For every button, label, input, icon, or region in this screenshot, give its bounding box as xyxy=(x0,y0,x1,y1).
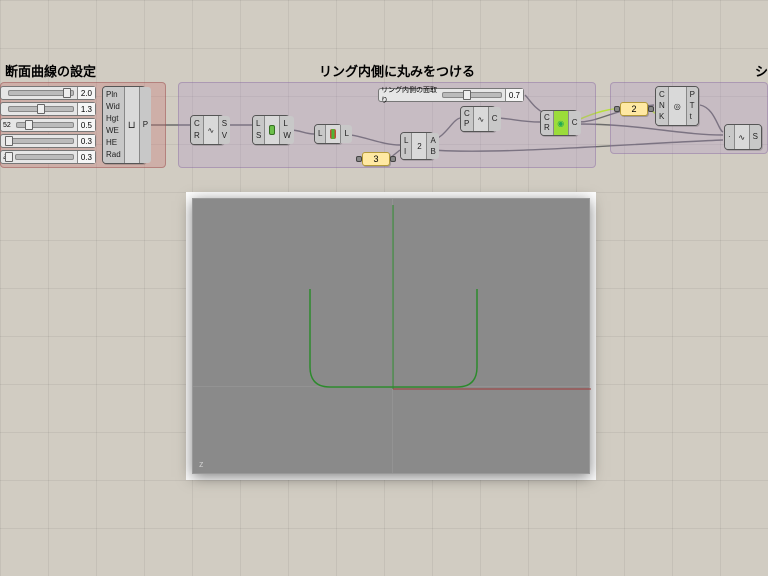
viewport-axis-label: z xyxy=(199,459,204,469)
component-construct-profile[interactable]: Pln Wid Hgt WE HE Rad ⊔ P xyxy=(102,86,146,164)
slider-param4-value: 0.3 xyxy=(77,135,95,147)
port-l3o: L xyxy=(344,129,348,139)
port-end-in: · xyxy=(728,132,731,142)
port-r6: R xyxy=(544,123,550,133)
slider-param3-label: 52 xyxy=(1,122,13,129)
panel-value-3[interactable]: 3 xyxy=(362,152,390,166)
swirl-icon-2: ∿ xyxy=(477,115,484,124)
slider-radius[interactable]: み 0.3 xyxy=(0,150,96,164)
component-loft[interactable]: L S L W xyxy=(252,115,290,145)
profile-icon: ⊔ xyxy=(128,120,136,131)
panel-grip[interactable] xyxy=(356,156,362,162)
port-c7: C xyxy=(659,90,665,100)
swirl-icon-3: ∿ xyxy=(738,133,745,142)
port-hgt: Hgt xyxy=(106,114,121,124)
port-lout: L xyxy=(283,119,291,129)
swirl-icon: ∿ xyxy=(207,126,214,135)
component-curve-point[interactable]: C P ∿ C xyxy=(460,106,496,132)
port-tt7: t xyxy=(690,112,695,122)
slider-param3-value: 0.5 xyxy=(77,119,95,131)
slider-fillet-label: リング内側の面取り xyxy=(379,85,439,105)
rhino-viewport[interactable]: z xyxy=(192,198,590,474)
slider-height[interactable]: 1.3 xyxy=(0,102,96,116)
panel-3-text: 3 xyxy=(373,154,378,164)
port-rad: Rad xyxy=(106,150,121,160)
slider-radius-value: 0.3 xyxy=(77,151,95,163)
group-inner-fillet-label: リング内側に丸みをつける xyxy=(319,61,475,80)
component-list[interactable]: L L xyxy=(314,124,342,144)
port-p5: P xyxy=(464,119,470,129)
loft-icon xyxy=(269,125,275,135)
port-we: WE xyxy=(106,126,121,136)
port-l3: L xyxy=(318,129,322,139)
component-curve-eval[interactable]: C R ∿ S V xyxy=(190,115,224,145)
port-l: L xyxy=(256,119,261,129)
viewport-geometry xyxy=(193,199,591,475)
port-t7: T xyxy=(690,101,695,111)
slider-fillet-value: 0.7 xyxy=(505,89,523,101)
stripe-icon xyxy=(330,129,336,139)
panel2-grip-r[interactable] xyxy=(648,106,654,112)
component-cnk[interactable]: C N K ◎ P T t xyxy=(655,86,699,126)
component-split[interactable]: L I 2 A B xyxy=(400,132,434,160)
panel-value-2[interactable]: 2 xyxy=(620,102,648,116)
slider-param3[interactable]: 52 0.5 xyxy=(0,118,96,132)
port-c6o: C xyxy=(572,118,578,128)
mid-num: 2 xyxy=(417,142,421,151)
port-sEnd: S xyxy=(753,132,758,142)
slider-height-value: 1.3 xyxy=(77,103,95,115)
port-s2: S xyxy=(256,131,261,141)
fillet-icon: ◉ xyxy=(557,119,564,128)
port-l4: L xyxy=(404,136,408,146)
port-c5o: C xyxy=(492,114,498,124)
port-c6: C xyxy=(544,113,550,123)
port-c: C xyxy=(194,119,200,129)
port-wout: W xyxy=(283,131,291,141)
port-p7: P xyxy=(690,90,695,100)
component-end[interactable]: · ∿ S xyxy=(724,124,762,150)
panel2-grip[interactable] xyxy=(614,106,620,112)
slider-param4[interactable]: 0.3 xyxy=(0,134,96,148)
slider-fillet[interactable]: リング内側の面取り 0.7 xyxy=(378,88,524,102)
panel-2-text: 2 xyxy=(631,104,636,114)
port-i4: I xyxy=(404,147,408,157)
slider-width[interactable]: 2.0 xyxy=(0,86,96,100)
group-section-label: 断面曲線の設定 xyxy=(5,61,96,80)
port-wid: Wid xyxy=(106,102,121,112)
panel-grip-r[interactable] xyxy=(390,156,396,162)
port-n7: N xyxy=(659,101,665,111)
port-p-out: P xyxy=(143,120,148,130)
port-pln: Pln xyxy=(106,90,121,100)
port-a4: A xyxy=(430,136,435,146)
port-b4: B xyxy=(430,147,435,157)
port-he: HE xyxy=(106,138,121,148)
port-c5: C xyxy=(464,109,470,119)
ring-icon: ◎ xyxy=(674,102,681,111)
group-right-label: シー xyxy=(755,61,768,80)
port-s: S xyxy=(222,119,227,129)
port-v: V xyxy=(222,131,227,141)
component-fillet-curve[interactable]: C R ◉ C xyxy=(540,110,578,136)
port-k7: K xyxy=(659,112,665,122)
slider-width-value: 2.0 xyxy=(77,87,95,99)
port-r: R xyxy=(194,131,200,141)
